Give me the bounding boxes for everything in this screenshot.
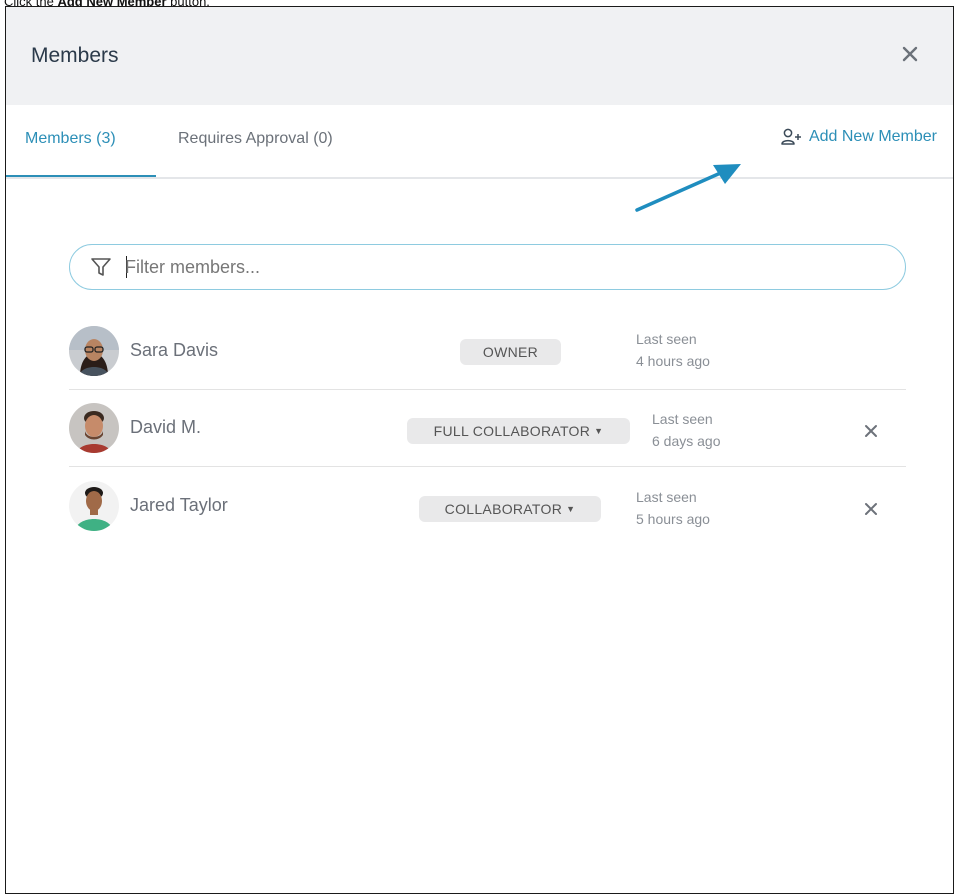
avatar xyxy=(69,481,119,531)
last-seen-label: Last seen xyxy=(652,411,713,427)
remove-member-icon[interactable] xyxy=(864,424,878,438)
last-seen-time: 6 days ago xyxy=(652,433,721,449)
add-new-member-label: Add New Member xyxy=(808,128,937,145)
role-label: OWNER xyxy=(482,344,539,360)
last-seen-label: Last seen xyxy=(636,489,697,505)
member-name: Jared Taylor xyxy=(130,495,228,515)
member-row: Jared Taylor COLLABORATOR ▼ Last seen 5 h… xyxy=(69,468,906,544)
last-seen-time: 4 hours ago xyxy=(636,353,710,369)
member-name: Sara Davis xyxy=(130,340,219,360)
annotation-arrow-icon xyxy=(635,164,741,212)
last-seen: Last seen 4 hours ago xyxy=(636,328,710,372)
add-new-member-button[interactable]: Add New Member xyxy=(781,128,937,146)
caret-down-icon: ▼ xyxy=(566,504,576,514)
role-label: FULL COLLABORATOR xyxy=(433,423,591,439)
tab-bar: Members (3) Requires Approval (0) Add Ne… xyxy=(6,105,953,179)
avatar xyxy=(69,326,119,376)
member-name: David M. xyxy=(130,417,202,437)
dialog-title: Members xyxy=(31,44,119,67)
tab-requires-approval[interactable]: Requires Approval (0) xyxy=(178,130,333,148)
filter-members-input[interactable] xyxy=(125,255,825,279)
tab-members[interactable]: Members (3) xyxy=(25,130,116,148)
last-seen-time: 5 hours ago xyxy=(636,511,710,527)
member-row: Sara Davis OWNER Last seen 4 hours ago xyxy=(69,313,906,390)
caret-down-icon: ▼ xyxy=(594,426,604,436)
member-row: David M. FULL COLLABORATOR ▼ Last seen 6 … xyxy=(69,390,906,467)
members-dialog: Members Members (3) Requires Approval (0… xyxy=(5,6,954,894)
role-badge: OWNER xyxy=(460,339,561,365)
role-label: COLLABORATOR xyxy=(444,501,563,517)
filter-icon xyxy=(91,258,111,276)
last-seen-label: Last seen xyxy=(636,331,697,347)
dialog-header: Members xyxy=(6,7,953,105)
filter-members-field[interactable] xyxy=(69,244,906,290)
active-tab-indicator xyxy=(6,175,156,177)
avatar xyxy=(69,403,119,453)
last-seen: Last seen 5 hours ago xyxy=(636,486,710,530)
remove-member-icon[interactable] xyxy=(864,502,878,516)
role-dropdown[interactable]: COLLABORATOR ▼ xyxy=(419,496,601,522)
last-seen: Last seen 6 days ago xyxy=(652,408,721,452)
close-icon[interactable] xyxy=(899,43,921,65)
add-user-icon xyxy=(781,128,801,145)
role-dropdown[interactable]: FULL COLLABORATOR ▼ xyxy=(407,418,630,444)
